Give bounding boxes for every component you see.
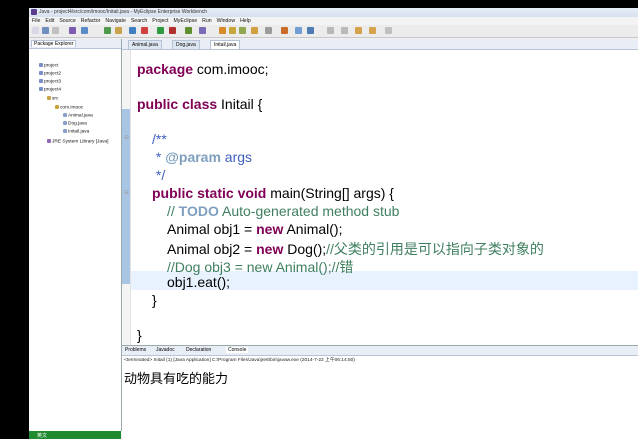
source-folder-icon: [47, 96, 51, 100]
next-annotation-icon[interactable]: [327, 27, 334, 34]
tree-item-project[interactable]: project: [39, 63, 58, 68]
code-line-9[interactable]: Animal obj2 = new Dog();//父类的引用是可以指向子类对象…: [167, 239, 544, 259]
tab-initail-java[interactable]: Initail.java: [210, 40, 241, 49]
code-line-6[interactable]: public static void main(String[] args) {: [152, 185, 394, 201]
code-line-7[interactable]: // TODO Auto-generated method stub: [167, 203, 399, 219]
code-editor: Animal.java Dog.java Initail.java ⊖ ⊖ pa…: [122, 39, 638, 345]
package-icon: [55, 105, 59, 109]
code-line-2[interactable]: public class Initail {: [137, 96, 262, 112]
print-icon[interactable]: [52, 27, 59, 34]
edit-icon[interactable]: [265, 27, 272, 34]
tree-item-project4[interactable]: project4: [39, 87, 61, 92]
menu-edit[interactable]: Edit: [45, 18, 54, 24]
console-output[interactable]: 动物具有吃的能力: [124, 368, 228, 387]
input-method-status[interactable]: 英文: [37, 432, 47, 439]
menu-bar: File Edit Source Refactor Navigate Search Proj…: [29, 17, 638, 25]
tree-item-project2[interactable]: project2: [39, 71, 61, 76]
fold-icon[interactable]: ⊖: [124, 134, 129, 141]
toolbar: [29, 25, 638, 38]
package-icon[interactable]: [229, 27, 236, 34]
tab-dog-java[interactable]: Dog.java: [172, 40, 200, 49]
prev-annotation-icon[interactable]: [341, 27, 348, 34]
tab-animal-java[interactable]: Animal.java: [128, 40, 162, 49]
tab-javadoc[interactable]: Javadoc: [156, 347, 175, 353]
eclipse-window: Java - project4/src/com/imooc/Initail.ja…: [29, 8, 638, 439]
status-bar: 英文: [29, 431, 121, 439]
annotation-icon[interactable]: [281, 27, 288, 34]
mark-occurrences-icon[interactable]: [307, 27, 314, 34]
menu-myeclipse[interactable]: MyEclipse: [173, 18, 197, 24]
coverage-icon[interactable]: [185, 27, 192, 34]
code-line-3[interactable]: /**: [152, 131, 167, 147]
toggle-icon[interactable]: [295, 27, 302, 34]
project-icon: [39, 79, 43, 83]
project-icon: [39, 87, 43, 91]
server-icon[interactable]: [81, 27, 88, 34]
menu-navigate[interactable]: Navigate: [105, 18, 125, 24]
tree-item-project3[interactable]: project3: [39, 79, 61, 84]
code-line-11[interactable]: obj1.eat();: [167, 274, 230, 290]
java-file-icon: [63, 113, 67, 117]
tree-item-animal[interactable]: Animal.java: [63, 113, 93, 118]
search-icon[interactable]: [251, 27, 258, 34]
window-title: Java - project4/src/com/imooc/Initail.ja…: [39, 9, 208, 15]
pin-icon[interactable]: [385, 27, 392, 34]
code-line-4[interactable]: * @param args: [152, 149, 252, 165]
tree-item-package[interactable]: com.imooc: [55, 105, 83, 110]
myeclipse-icon[interactable]: [69, 27, 76, 34]
menu-refactor[interactable]: Refactor: [81, 18, 101, 24]
java-file-icon: [63, 129, 67, 133]
tree-item-initail[interactable]: Initail.java: [63, 129, 89, 134]
menu-help[interactable]: Help: [240, 18, 251, 24]
app-icon: [31, 9, 37, 15]
open-type-icon[interactable]: [115, 27, 122, 34]
menu-source[interactable]: Source: [59, 18, 75, 24]
package-explorer: Package Explorer project project2 projec…: [29, 39, 122, 431]
stop-icon[interactable]: [141, 27, 148, 34]
code-line-1[interactable]: package com.imooc;: [137, 61, 269, 77]
code-line-8[interactable]: Animal obj1 = new Animal();: [167, 221, 342, 237]
tree-item-src[interactable]: src: [47, 96, 58, 101]
tab-console[interactable]: Console: [226, 347, 249, 353]
library-icon: [47, 139, 51, 143]
project-icon: [39, 63, 43, 67]
fold-icon[interactable]: ⊖: [124, 189, 129, 196]
code-line-13[interactable]: }: [137, 327, 142, 343]
menu-run[interactable]: Run: [202, 18, 212, 24]
menu-file[interactable]: File: [32, 18, 40, 24]
console-panel: Problems Javadoc Declaration Console <te…: [122, 345, 638, 439]
save-icon[interactable]: [42, 27, 49, 34]
new-project-icon[interactable]: [104, 27, 111, 34]
package-explorer-tabbar: Package Explorer: [29, 39, 121, 49]
terminated-status: <terminated> Initail (1) [Java Applicati…: [124, 358, 355, 363]
back-icon[interactable]: [355, 27, 362, 34]
debug-icon[interactable]: [129, 27, 136, 34]
new-icon[interactable]: [32, 27, 39, 34]
project-icon: [39, 71, 43, 75]
forward-icon[interactable]: [369, 27, 376, 34]
external-tools-icon[interactable]: [169, 27, 176, 34]
web-icon[interactable]: [199, 27, 206, 34]
open-folder-icon[interactable]: [219, 27, 226, 34]
tab-problems[interactable]: Problems: [125, 347, 146, 353]
run-icon[interactable]: [157, 27, 164, 34]
menu-window[interactable]: Window: [217, 18, 235, 24]
editor-tabbar: Animal.java Dog.java Initail.java: [122, 39, 638, 50]
code-line-12[interactable]: }: [152, 292, 157, 308]
console-tabbar: Problems Javadoc Declaration Console: [122, 346, 638, 356]
package-explorer-tab[interactable]: Package Explorer: [31, 40, 77, 47]
tree-item-jre[interactable]: JRE System Library [Java]: [47, 139, 109, 144]
tab-declaration[interactable]: Declaration: [186, 347, 211, 353]
code-line-5[interactable]: */: [152, 167, 165, 183]
menu-project[interactable]: Project: [152, 18, 168, 24]
class-icon[interactable]: [239, 27, 246, 34]
java-file-icon: [63, 121, 67, 125]
tree-item-dog[interactable]: Dog.java: [63, 121, 87, 126]
menu-search[interactable]: Search: [131, 18, 147, 24]
